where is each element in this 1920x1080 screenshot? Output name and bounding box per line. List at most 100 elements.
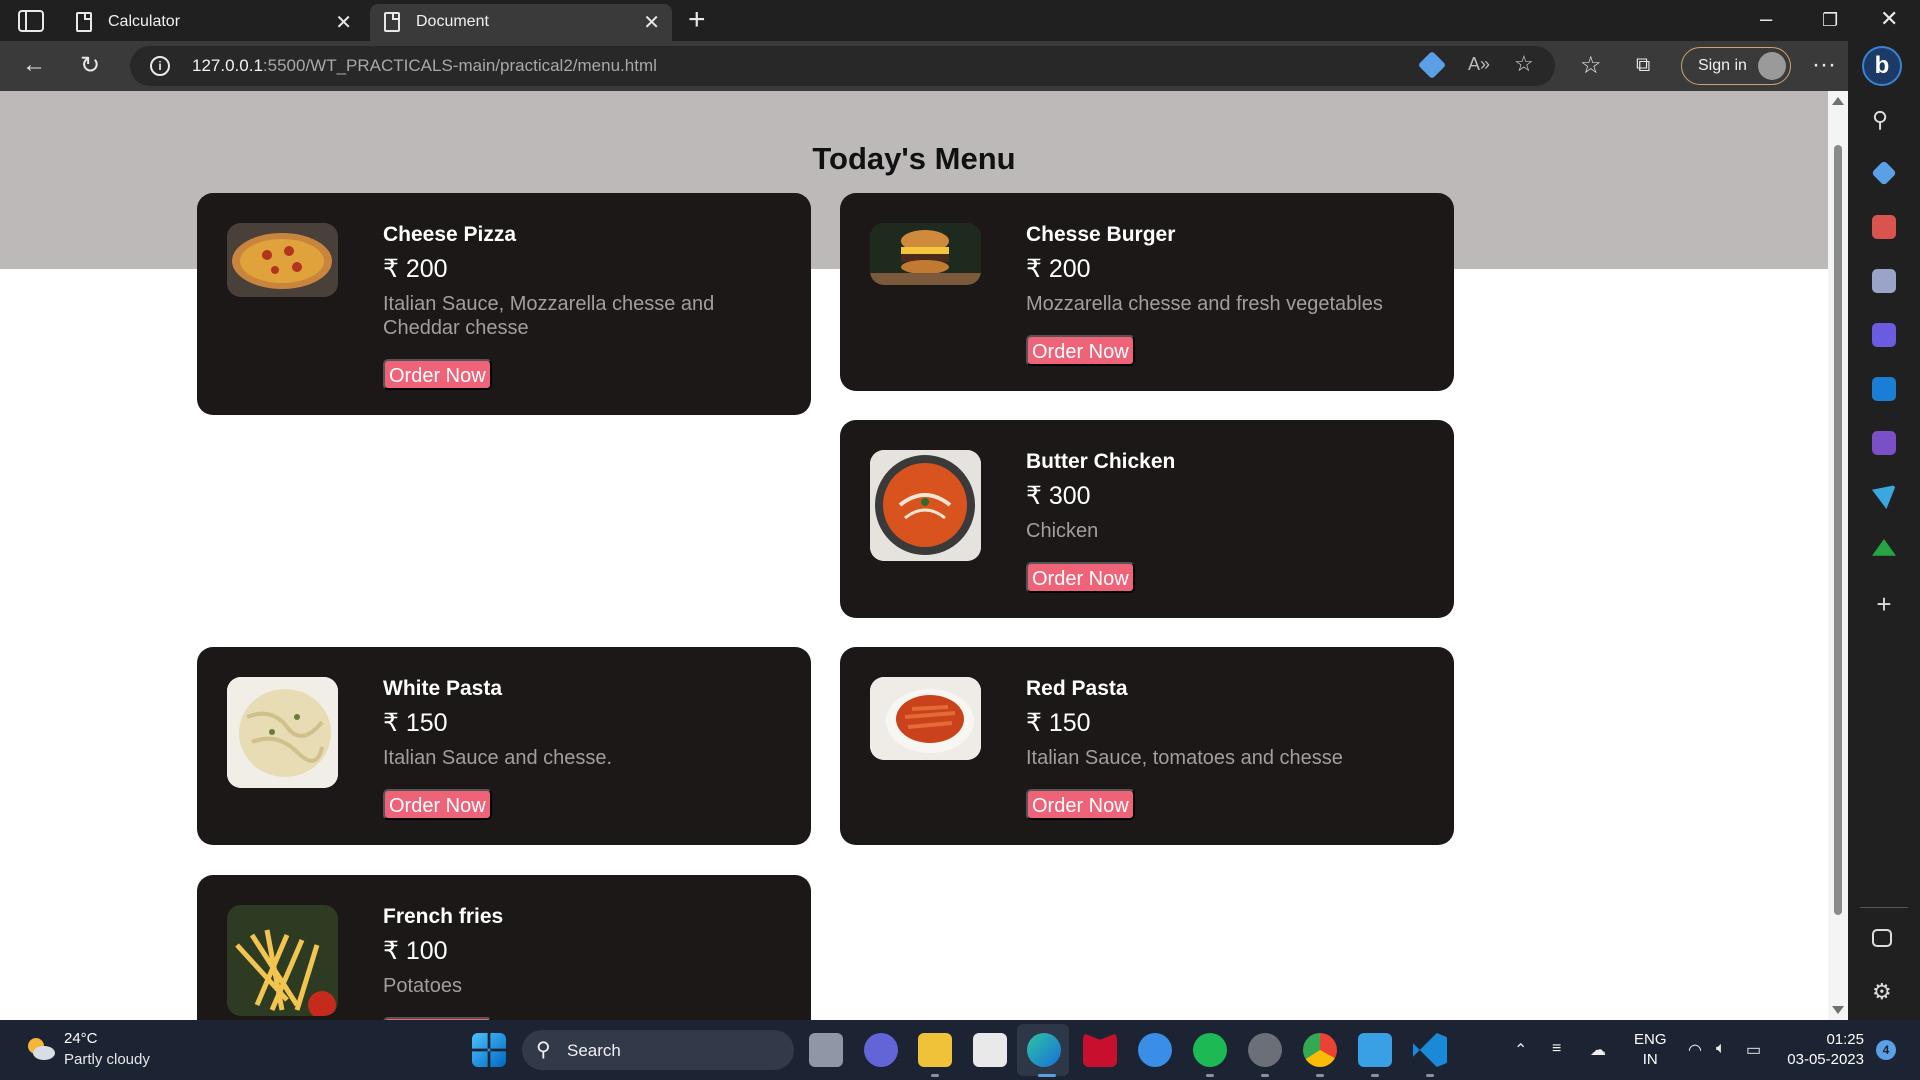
close-window-icon[interactable]: ✕ [1880, 6, 1898, 32]
edge-browser-icon[interactable] [1027, 1033, 1061, 1067]
butter-chicken-image [870, 450, 981, 561]
site-info-icon[interactable]: i [150, 56, 170, 76]
item-description: Potatoes [383, 975, 462, 997]
url-host: 127.0.0.1 [192, 56, 263, 75]
sidebar-divider [1860, 907, 1908, 908]
item-name: Red Pasta [1026, 677, 1128, 700]
search-label: Search [567, 1041, 621, 1060]
wifi-icon[interactable]: ◠ [1688, 1040, 1702, 1060]
menu-card-cheese-pizza: Cheese Pizza ₹ 200 Italian Sauce, Mozzar… [197, 193, 811, 415]
document-icon [76, 12, 92, 32]
new-tab-icon[interactable]: + [688, 3, 706, 37]
running-indicator [1261, 1074, 1269, 1077]
item-description: Mozzarella chesse and fresh vegetables [1026, 293, 1383, 315]
weather-temperature[interactable]: 24°C [64, 1030, 98, 1047]
sign-in-button[interactable]: Sign in [1681, 47, 1791, 85]
taskbar-search[interactable]: ⚲ Search [522, 1030, 794, 1070]
mcafee-icon[interactable] [1083, 1033, 1117, 1067]
red-pasta-image [870, 677, 981, 760]
close-tab-icon[interactable]: ✕ [643, 10, 660, 35]
add-favorite-icon[interactable]: ☆ [1514, 51, 1534, 77]
settings-app-icon[interactable] [1248, 1033, 1282, 1067]
tab-title: Calculator [108, 13, 181, 30]
outlook-icon[interactable] [1872, 377, 1896, 401]
microsoft-store-icon[interactable] [973, 1033, 1007, 1067]
file-explorer-icon[interactable] [918, 1033, 952, 1067]
hide-sidebar-icon[interactable] [1872, 929, 1892, 947]
start-menu-icon[interactable] [472, 1033, 506, 1067]
order-now-button[interactable]: Order Now [383, 789, 492, 820]
onedrive-icon[interactable]: ☁ [1590, 1040, 1606, 1060]
order-now-button[interactable]: Order Now [1026, 562, 1135, 593]
burger-image [870, 223, 981, 285]
minimize-icon[interactable]: – [1760, 6, 1772, 32]
scroll-thumb[interactable] [1834, 145, 1842, 915]
weather-description[interactable]: Partly cloudy [64, 1051, 150, 1068]
item-price: ₹ 300 [1026, 482, 1091, 510]
item-name: Butter Chicken [1026, 450, 1176, 473]
notes-icon[interactable]: ≡ [1552, 1040, 1561, 1058]
collections-icon[interactable]: ⧉ [1636, 54, 1650, 77]
games-icon[interactable] [1872, 269, 1896, 293]
chrome-icon[interactable] [1303, 1033, 1337, 1067]
spotify-icon[interactable] [1193, 1033, 1227, 1067]
shopping-tag-icon[interactable] [1871, 160, 1897, 186]
vscode-icon[interactable] [1413, 1033, 1447, 1067]
address-bar[interactable]: i 127.0.0.1:5500/WT_PRACTICALS-main/prac… [130, 46, 1555, 86]
restore-icon[interactable]: ❐ [1822, 10, 1838, 31]
menu-card-white-pasta: White Pasta ₹ 150 Italian Sauce and ches… [197, 647, 811, 845]
settings-gear-icon[interactable]: ⚙ [1872, 979, 1896, 1004]
chat-icon[interactable] [864, 1033, 898, 1067]
tree-icon[interactable] [1872, 539, 1896, 556]
volume-icon[interactable]: 🔈︎ [1716, 1040, 1726, 1058]
tab-actions-icon[interactable] [18, 10, 44, 32]
photos-icon[interactable] [1358, 1033, 1392, 1067]
scroll-up-icon[interactable] [1832, 97, 1844, 105]
close-tab-icon[interactable]: ✕ [335, 10, 352, 35]
coupon-tag-icon[interactable] [1417, 50, 1447, 80]
task-view-icon[interactable] [809, 1033, 843, 1067]
clock-date: 03-05-2023 [1787, 1051, 1864, 1068]
favorites-icon[interactable]: ☆ [1580, 51, 1602, 80]
item-price: ₹ 150 [383, 709, 448, 737]
french-fries-image [227, 905, 338, 1016]
tab-document[interactable]: Document ✕ [370, 4, 672, 41]
language-code: ENG [1634, 1031, 1667, 1048]
send-icon[interactable] [1872, 485, 1896, 509]
order-now-button[interactable]: Order Now [1026, 335, 1135, 366]
read-aloud-icon[interactable]: A» [1468, 54, 1490, 75]
input-language[interactable]: ENG IN [1634, 1030, 1667, 1070]
menu-card-butter-chicken: Butter Chicken ₹ 300 Chicken Order Now [840, 420, 1454, 618]
white-pasta-image [227, 677, 338, 788]
scroll-down-icon[interactable] [1832, 1006, 1844, 1014]
more-options-icon[interactable]: ··· [1812, 51, 1836, 79]
battery-icon[interactable]: ▭ [1746, 1040, 1761, 1060]
add-sidebar-icon[interactable]: + [1872, 591, 1896, 617]
menu-card-french-fries: French fries ₹ 100 Potatoes Order Now [197, 875, 811, 1020]
tools-icon[interactable] [1872, 215, 1896, 239]
refresh-icon[interactable]: ↻ [80, 51, 100, 80]
search-icon[interactable]: ⚲ [1872, 107, 1896, 132]
item-price: ₹ 100 [383, 937, 448, 965]
show-hidden-icons-icon[interactable]: ⌃ [1514, 1040, 1527, 1060]
item-name: Cheese Pizza [383, 223, 517, 246]
tab-calculator[interactable]: Calculator ✕ [62, 4, 364, 41]
url-text[interactable]: 127.0.0.1:5500/WT_PRACTICALS-main/practi… [192, 56, 657, 76]
back-icon[interactable]: ← [22, 51, 46, 79]
partly-cloudy-icon[interactable] [24, 1034, 56, 1062]
page-scrollbar[interactable] [1828, 91, 1848, 1020]
notification-badge[interactable]: 4 [1876, 1040, 1896, 1060]
office-icon[interactable] [1872, 323, 1896, 347]
item-description: Chicken [1026, 520, 1099, 542]
browser-toolbar: ← ↻ i 127.0.0.1:5500/WT_PRACTICALS-main/… [0, 41, 1858, 91]
order-now-button[interactable]: Order Now [383, 359, 492, 390]
pizza-image [227, 223, 338, 297]
item-price: ₹ 200 [383, 255, 448, 283]
order-now-button[interactable]: Order Now [1026, 789, 1135, 820]
designer-icon[interactable] [1872, 431, 1896, 455]
system-clock[interactable]: 01:25 03-05-2023 [1787, 1030, 1864, 1070]
bing-copilot-icon[interactable]: b [1862, 46, 1902, 86]
windows-taskbar: 24°C Partly cloudy ⚲ Search ⌃ ≡ ☁ ENG IN… [0, 1020, 1920, 1080]
get-help-icon[interactable] [1138, 1033, 1172, 1067]
page-viewport: Today's Menu Cheese Pizza ₹ 200 Italian … [0, 91, 1828, 1020]
